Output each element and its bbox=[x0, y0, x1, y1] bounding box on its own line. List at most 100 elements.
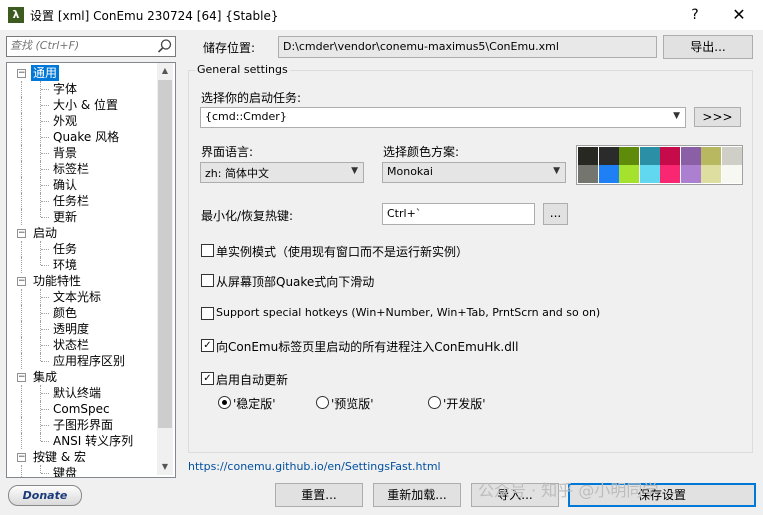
collapse-toggle-icon[interactable]: − bbox=[17, 229, 26, 238]
update-channel-label[interactable]: '稳定版' bbox=[233, 395, 276, 412]
tree-item-label: 环境 bbox=[53, 258, 78, 272]
storage-path-text: D:\cmder\vendor\conemu-maximus5\ConEmu.x… bbox=[283, 40, 559, 53]
tree-connector bbox=[41, 313, 49, 314]
tree-connector bbox=[21, 433, 22, 449]
reset-button[interactable]: 重置... bbox=[275, 483, 363, 507]
tree-connector bbox=[21, 257, 22, 273]
tree-item[interactable]: − 通用 bbox=[7, 65, 159, 81]
collapse-toggle-icon[interactable]: − bbox=[17, 69, 26, 78]
color-scheme-label: 选择颜色方案: bbox=[383, 145, 460, 159]
hotkey-browse-button[interactable]: ... bbox=[543, 203, 568, 225]
tree-item[interactable]: 确认 bbox=[7, 177, 159, 193]
scroll-thumb[interactable] bbox=[158, 80, 172, 428]
tree-item[interactable]: 应用程序区别 bbox=[7, 353, 159, 369]
tree-connector bbox=[21, 113, 22, 129]
collapse-toggle-icon[interactable]: − bbox=[17, 277, 26, 286]
search-field[interactable] bbox=[6, 36, 176, 57]
tree-item[interactable]: 默认终端 bbox=[7, 385, 159, 401]
color-scheme-select[interactable]: Monokai ▼ bbox=[382, 162, 566, 183]
tree-item-label: Quake 风格 bbox=[53, 130, 120, 144]
option-checkbox-label[interactable]: 从屏幕顶部Quake式向下滑动 bbox=[216, 273, 374, 290]
option-checkbox[interactable] bbox=[201, 244, 214, 257]
tree-item-label: ComSpec bbox=[53, 402, 110, 416]
update-channel-label[interactable]: '预览版' bbox=[331, 395, 374, 412]
collapse-toggle-icon[interactable]: − bbox=[17, 453, 26, 462]
update-channel-label[interactable]: '开发版' bbox=[443, 395, 486, 412]
hotkey-input[interactable]: Ctrl+` bbox=[382, 203, 535, 225]
option-checkbox[interactable] bbox=[201, 274, 214, 287]
option-checkbox-label[interactable]: 向ConEmu标签页里启动的所有进程注入ConEmuHk.dll bbox=[216, 338, 518, 355]
tree-item[interactable]: 字体 bbox=[7, 81, 159, 97]
settings-help-link[interactable]: https://conemu.github.io/en/SettingsFast… bbox=[188, 460, 441, 473]
tree-item[interactable]: ANSI 转义序列 bbox=[7, 433, 159, 449]
collapse-toggle-icon[interactable]: − bbox=[17, 373, 26, 382]
chevron-down-icon: ▼ bbox=[673, 111, 680, 121]
option-checkbox[interactable]: ✓ bbox=[201, 339, 214, 352]
reload-button[interactable]: 重新加载... bbox=[373, 483, 461, 507]
option-checkbox-label[interactable]: 启用自动更新 bbox=[216, 371, 288, 388]
scroll-up-arrow-icon[interactable]: ▲ bbox=[157, 63, 173, 79]
storage-path-field[interactable]: D:\cmder\vendor\conemu-maximus5\ConEmu.x… bbox=[278, 36, 657, 58]
option-checkbox[interactable]: ✓ bbox=[201, 372, 214, 385]
tree-item[interactable]: − 按键 & 宏 bbox=[7, 449, 159, 465]
tree-item[interactable]: − 启动 bbox=[7, 225, 159, 241]
donate-button[interactable]: Donate bbox=[8, 485, 82, 506]
startup-task-more-button[interactable]: >>> bbox=[694, 107, 741, 127]
tree-connector bbox=[21, 193, 22, 209]
close-button[interactable]: ✕ bbox=[726, 3, 752, 27]
tree-item[interactable]: 环境 bbox=[7, 257, 159, 273]
tree-item[interactable]: 透明度 bbox=[7, 321, 159, 337]
tree-item-label: 更新 bbox=[53, 210, 78, 224]
palette-swatch bbox=[619, 147, 639, 165]
option-checkbox-label[interactable]: 单实例模式（使用现有窗口而不是运行新实例） bbox=[216, 243, 468, 260]
tree-connector bbox=[41, 249, 49, 250]
tree-connector bbox=[21, 337, 22, 353]
tree-item[interactable]: − 集成 bbox=[7, 369, 159, 385]
startup-task-label: 选择你的启动任务: bbox=[201, 91, 302, 105]
update-channel-radio[interactable] bbox=[218, 396, 231, 409]
startup-task-select[interactable]: {cmd::Cmder} ▼ bbox=[200, 107, 686, 128]
tree-item[interactable]: 外观 bbox=[7, 113, 159, 129]
tree-item[interactable]: 键盘 bbox=[7, 465, 159, 478]
color-scheme-value: Monokai bbox=[387, 165, 433, 178]
tree-connector bbox=[41, 121, 49, 122]
option-checkbox[interactable] bbox=[201, 307, 214, 320]
tree-connector bbox=[41, 425, 49, 426]
tree-item[interactable]: 大小 & 位置 bbox=[7, 97, 159, 113]
tree-item[interactable]: 子图形界面 bbox=[7, 417, 159, 433]
help-button[interactable]: ? bbox=[682, 3, 708, 27]
palette-swatch bbox=[619, 165, 639, 183]
tree-connector bbox=[21, 177, 22, 193]
palette-swatch bbox=[578, 165, 598, 183]
update-channel-radio[interactable] bbox=[428, 396, 441, 409]
palette-swatch bbox=[680, 165, 701, 183]
tree-connector bbox=[41, 473, 49, 474]
export-button[interactable]: 导出... bbox=[663, 35, 753, 59]
language-label: 界面语言: bbox=[201, 145, 254, 159]
tree-connector bbox=[21, 353, 22, 369]
search-input[interactable] bbox=[7, 37, 150, 54]
tree-connector bbox=[21, 145, 22, 161]
update-channel-radio[interactable] bbox=[316, 396, 329, 409]
tree-item[interactable]: 任务 bbox=[7, 241, 159, 257]
tree-item[interactable]: − 功能特性 bbox=[7, 273, 159, 289]
tree-item[interactable]: Quake 风格 bbox=[7, 129, 159, 145]
tree-list: − 通用 字体 大小 & 位置 外观 Quake 风格 背景 标签栏 确认 任务栏 更新 − 启动 任务环… bbox=[7, 65, 159, 478]
tree-scrollbar[interactable]: ▲ ▼ bbox=[157, 63, 173, 475]
tree-item[interactable]: 文本光标 bbox=[7, 289, 159, 305]
tree-item[interactable]: 状态栏 bbox=[7, 337, 159, 353]
search-icon[interactable] bbox=[157, 38, 173, 54]
tree-item[interactable]: 任务栏 bbox=[7, 193, 159, 209]
tree-item[interactable]: ComSpec bbox=[7, 401, 159, 417]
tree-item[interactable]: 标签栏 bbox=[7, 161, 159, 177]
language-select[interactable]: zh: 简体中文 ▼ bbox=[200, 162, 364, 183]
tree-item[interactable]: 颜色 bbox=[7, 305, 159, 321]
tree-connector bbox=[21, 305, 22, 321]
tree-item[interactable]: 背景 bbox=[7, 145, 159, 161]
tree-connector bbox=[40, 209, 41, 217]
tree-item-label: 键盘 bbox=[53, 466, 78, 478]
scroll-down-arrow-icon[interactable]: ▼ bbox=[157, 459, 173, 475]
option-checkbox-label[interactable]: Support special hotkeys (Win+Number, Win… bbox=[216, 306, 600, 319]
tree-item[interactable]: 更新 bbox=[7, 209, 159, 225]
tree-connector bbox=[21, 385, 22, 401]
